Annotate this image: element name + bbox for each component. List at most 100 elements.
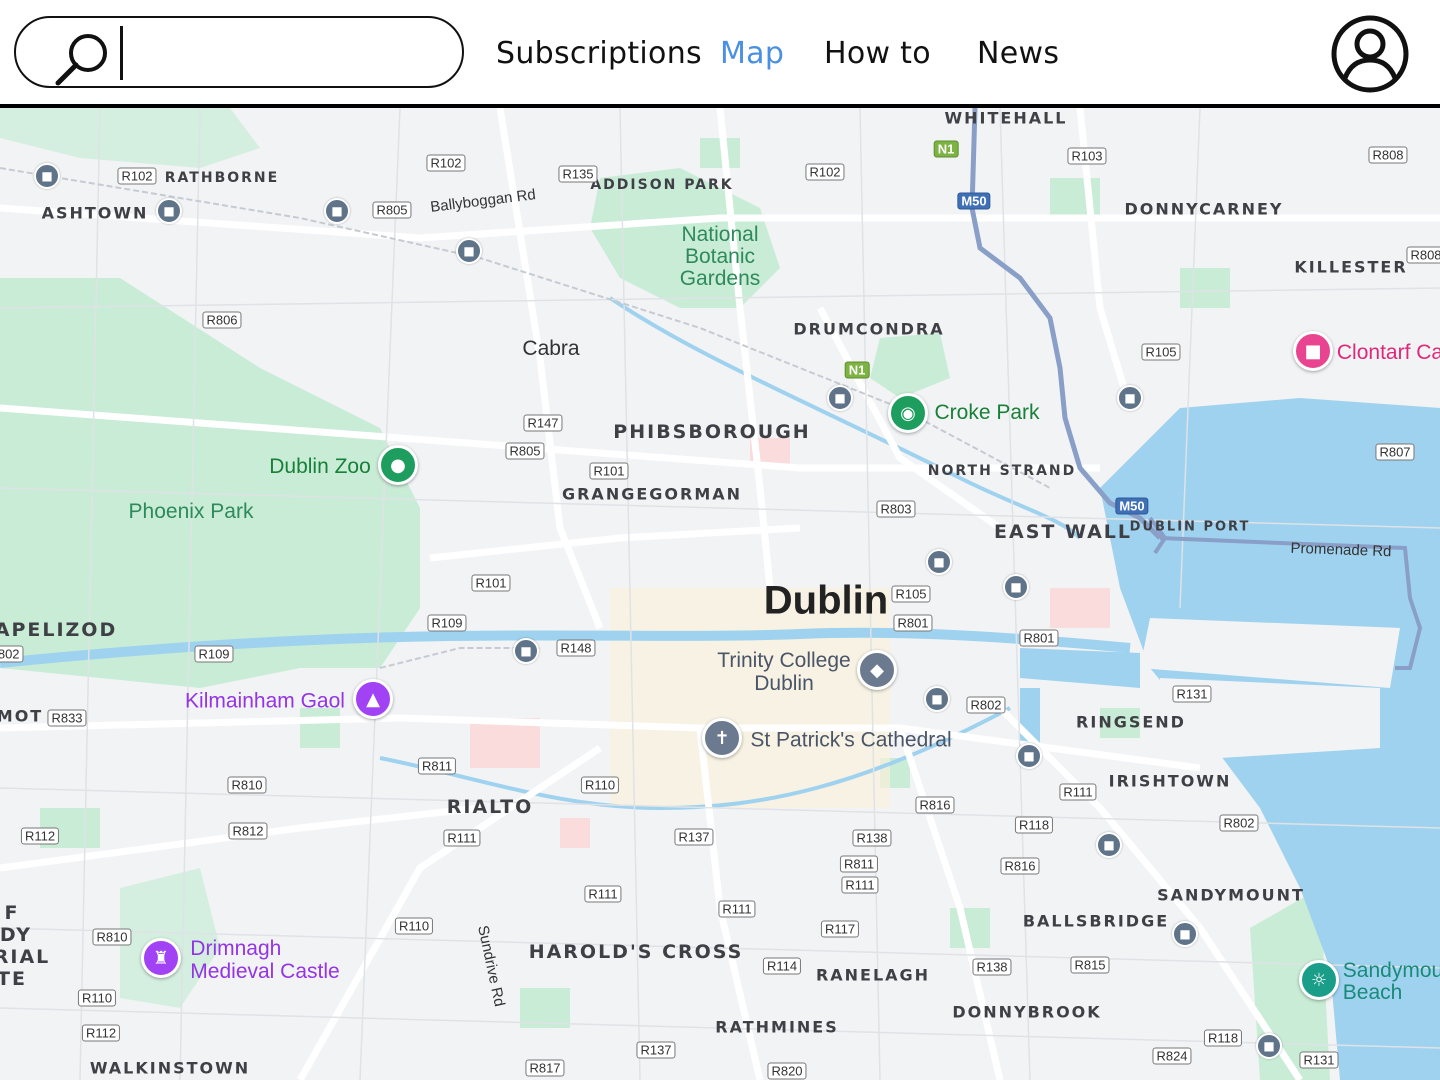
road-shield: R111 <box>1059 783 1097 801</box>
train-station-icon[interactable]: ■ <box>156 198 182 224</box>
road-shield: R112 <box>20 827 60 845</box>
road-shield: R117 <box>820 920 860 938</box>
trinity-line-2: Dublin <box>754 672 814 695</box>
label-dublin-zoo[interactable]: Dublin Zoo <box>269 455 371 479</box>
road-shield: R105 <box>891 585 931 603</box>
label-irishtown: IRISHTOWN <box>1108 771 1232 791</box>
label-harolds-cross: HAROLD'S CROSS <box>528 941 744 963</box>
label-donnybrook: DONNYBROOK <box>952 1002 1102 1022</box>
road-shield: R102 <box>426 154 466 172</box>
train-station-icon[interactable]: ■ <box>1117 385 1143 411</box>
road-shield: R815 <box>1070 956 1110 974</box>
road-shield: R131 <box>1172 685 1212 703</box>
label-rathborne: RATHBORNE <box>164 170 280 186</box>
road-shield: R131 <box>1299 1051 1339 1069</box>
label-drimnagh-castle[interactable]: Drimnagh Medieval Castle <box>190 937 339 983</box>
train-station-icon[interactable]: ■ <box>1003 574 1029 600</box>
label-botanic-gardens: National Botanic Gardens <box>680 224 761 290</box>
label-dublin-port: DUBLIN PORT <box>1129 519 1251 535</box>
label-edge-rial: RIAL <box>0 946 51 968</box>
road-shield: R102 <box>117 167 157 185</box>
road-shield: R111 <box>584 885 622 903</box>
road-shield: R808 <box>1406 246 1440 264</box>
label-clontarf[interactable]: Clontarf Ca <box>1337 341 1440 365</box>
label-trinity-college[interactable]: Trinity College Dublin <box>717 649 850 695</box>
nav-map[interactable]: Map <box>720 36 784 71</box>
train-station-icon[interactable]: ■ <box>34 163 60 189</box>
road-shield: R110 <box>394 917 434 935</box>
museum-icon[interactable]: ▲ <box>353 679 393 719</box>
road-shield: R810 <box>92 928 132 946</box>
hotel-icon[interactable]: ■ <box>1293 331 1333 371</box>
label-croke-park[interactable]: Croke Park <box>934 401 1039 425</box>
drimnagh-line-1: Drimnagh <box>190 937 282 960</box>
road-shield-national: N1 <box>844 361 870 379</box>
trinity-line-1: Trinity College <box>717 649 851 672</box>
road-shield: R110 <box>77 989 117 1007</box>
top-bar: Subscriptions Map How to News <box>0 0 1440 108</box>
road-shield: R811 <box>417 757 457 775</box>
church-icon[interactable]: ✝ <box>702 718 742 758</box>
train-station-icon[interactable]: ■ <box>1096 832 1122 858</box>
road-shield: R101 <box>589 462 629 480</box>
drimnagh-line-2: Medieval Castle <box>190 960 340 983</box>
train-station-icon[interactable]: ■ <box>324 198 350 224</box>
train-station-icon[interactable]: ■ <box>456 238 482 264</box>
label-killester: KILLESTER <box>1294 257 1408 277</box>
label-ringsend: RINGSEND <box>1076 712 1186 732</box>
road-shield: R802 <box>1219 814 1259 832</box>
road-shield: R817 <box>525 1059 565 1077</box>
map-view[interactable]: WHITEHALL RATHBORNE ASHTOWN ADDISON PARK… <box>0 108 1440 1080</box>
stadium-icon[interactable]: ◉ <box>888 393 928 433</box>
train-station-icon[interactable]: ■ <box>827 385 853 411</box>
road-shield: R802 <box>966 696 1006 714</box>
label-north-strand: NORTH STRAND <box>927 463 1077 479</box>
sandymount-beach-line-1: Sandymou <box>1342 959 1440 982</box>
label-sandymount-beach[interactable]: Sandymou Beach <box>1343 960 1440 1004</box>
road-shield: R811 <box>839 855 879 873</box>
train-station-icon[interactable]: ■ <box>1016 743 1042 769</box>
road-shield: R803 <box>876 500 916 518</box>
search-bar[interactable] <box>14 16 464 88</box>
label-ranelagh: RANELAGH <box>815 965 931 985</box>
road-shield: R137 <box>636 1041 676 1059</box>
train-station-icon[interactable]: ■ <box>1172 921 1198 947</box>
nav-news[interactable]: News <box>977 36 1059 71</box>
train-station-icon[interactable]: ■ <box>513 638 539 664</box>
train-station-icon[interactable]: ■ <box>1256 1033 1282 1059</box>
road-shield: R801 <box>893 614 933 632</box>
search-icon[interactable] <box>50 26 116 92</box>
botanic-line-1: National <box>681 223 759 246</box>
zoo-paw-icon[interactable]: ● <box>378 445 418 485</box>
label-sandymount: SANDYMOUNT <box>1157 885 1305 905</box>
nav-how-to[interactable]: How to <box>824 36 931 71</box>
road-shield: R101 <box>471 574 511 592</box>
university-icon[interactable]: ◆ <box>857 650 897 690</box>
road-shield: R806 <box>202 311 242 329</box>
label-addison-park: ADDISON PARK <box>590 177 734 193</box>
road-shield: R808 <box>1368 146 1408 164</box>
road-shield: R805 <box>505 442 545 460</box>
label-st-patricks-cathedral[interactable]: St Patrick's Cathedral <box>750 729 951 752</box>
road-shield: R148 <box>556 639 596 657</box>
road-shield: R147 <box>523 414 563 432</box>
search-input[interactable] <box>130 28 444 78</box>
road-shield: R102 <box>805 163 845 181</box>
label-ashtown: ASHTOWN <box>41 203 149 223</box>
label-phibsborough: PHIBSBOROUGH <box>613 421 811 443</box>
road-shield: R114 <box>762 957 802 975</box>
road-shield: R109 <box>194 645 234 663</box>
road-shield: R111 <box>841 876 879 894</box>
train-station-icon[interactable]: ■ <box>924 686 950 712</box>
nav-subscriptions[interactable]: Subscriptions <box>496 36 702 71</box>
beach-icon[interactable]: ☼ <box>1299 960 1339 1000</box>
user-avatar-icon[interactable] <box>1330 14 1410 94</box>
label-chapelizod: APELIZOD <box>0 619 118 641</box>
road-shield: R810 <box>227 776 267 794</box>
label-donnycarney: DONNYCARNEY <box>1124 199 1284 219</box>
road-shield: R805 <box>372 201 412 219</box>
label-walkinstown: WALKINSTOWN <box>89 1058 251 1078</box>
train-station-icon[interactable]: ■ <box>926 549 952 575</box>
label-kilmainham-gaol[interactable]: Kilmainham Gaol <box>185 690 345 713</box>
castle-icon[interactable]: ♜ <box>141 938 181 978</box>
